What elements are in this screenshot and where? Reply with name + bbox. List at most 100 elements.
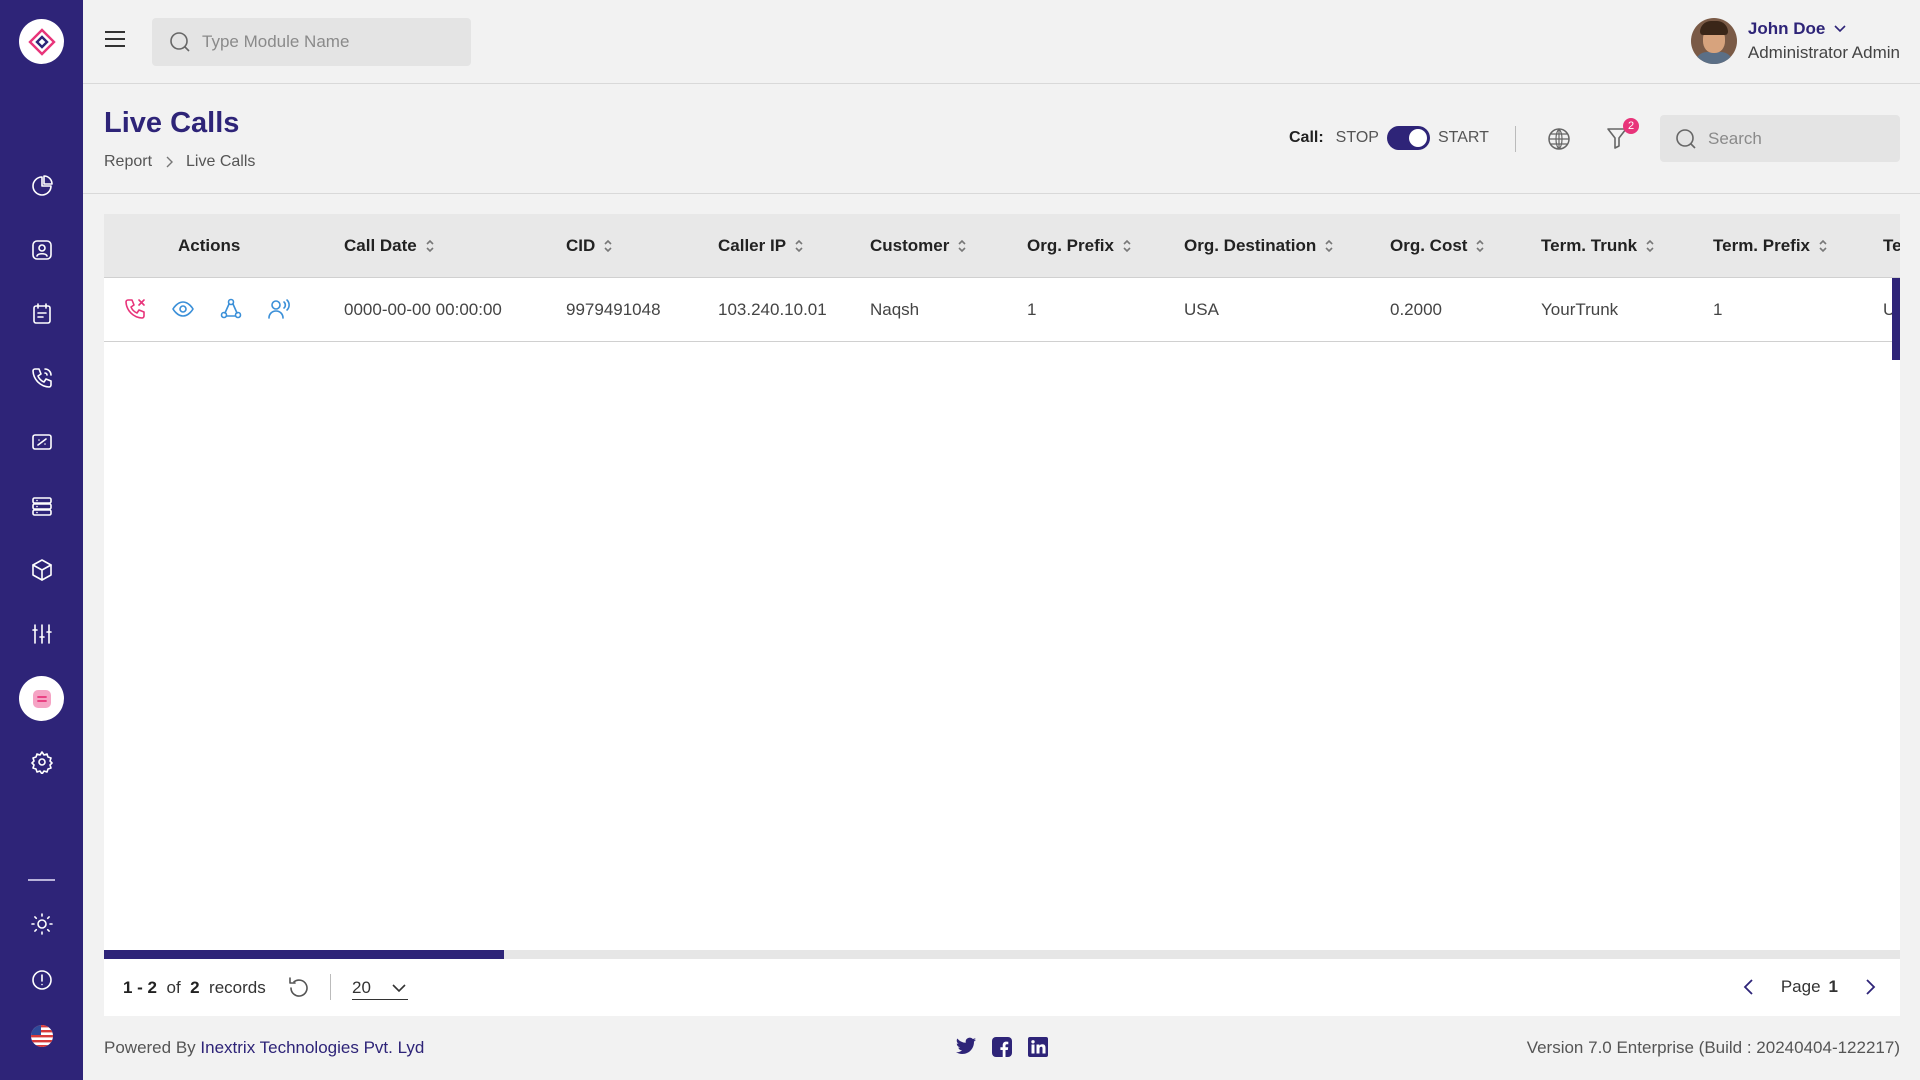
menu-hamburger-icon[interactable] xyxy=(105,31,127,53)
sort-icon xyxy=(1818,239,1828,253)
search-icon xyxy=(170,32,190,52)
column-customer[interactable]: Customer xyxy=(870,214,967,278)
page-label: Page xyxy=(1780,977,1821,996)
linkedin-icon[interactable] xyxy=(1027,1036,1049,1058)
listen-call-icon[interactable] xyxy=(267,297,293,323)
cell-customer: Naqsh xyxy=(870,300,920,319)
vertical-scrollbar[interactable] xyxy=(1892,278,1900,360)
sort-icon xyxy=(794,239,804,253)
breadcrumb-live-calls: Live Calls xyxy=(186,153,256,170)
refresh-icon[interactable] xyxy=(286,975,312,1001)
cell-caller-ip: 103.240.10.01 xyxy=(718,300,827,319)
records-info: 1 - 2 of 2 records xyxy=(123,978,266,997)
column-cid[interactable]: CID xyxy=(566,214,613,278)
sidebar-divider xyxy=(28,879,55,881)
sort-icon xyxy=(1122,239,1132,253)
breadcrumb: Report Live Calls xyxy=(104,153,255,171)
theme-toggle-sun-icon[interactable] xyxy=(24,906,59,941)
pager-divider xyxy=(330,974,331,1000)
twitter-icon[interactable] xyxy=(955,1036,977,1058)
sidebar-billing-icon[interactable] xyxy=(24,296,59,331)
sidebar-settings-icon[interactable] xyxy=(24,744,59,779)
page-navigation: Page 1 xyxy=(1739,977,1880,997)
top-bar: John Doe Administrator Admin xyxy=(83,0,1920,84)
start-label: START xyxy=(1437,129,1489,146)
sort-icon xyxy=(425,239,435,253)
globe-grid-icon[interactable] xyxy=(1546,126,1572,152)
stop-label: STOP xyxy=(1335,129,1379,146)
footer: Powered By Inextrix Technologies Pvt. Ly… xyxy=(104,1036,1900,1060)
table-search-box[interactable] xyxy=(1660,115,1900,162)
column-org-prefix[interactable]: Org. Prefix xyxy=(1027,214,1132,278)
conference-icon[interactable] xyxy=(219,297,245,323)
sort-icon xyxy=(1645,239,1655,253)
table-search-input[interactable] xyxy=(1708,128,1888,149)
cell-call-date: 0000-00-00 00:00:00 xyxy=(344,300,502,319)
cell-org-prefix: 1 xyxy=(1027,300,1037,319)
chevron-down-icon xyxy=(392,983,406,992)
social-links xyxy=(955,1036,1063,1058)
company-link[interactable]: Inextrix Technologies Pvt. Lyd xyxy=(200,1038,424,1057)
module-search-input[interactable] xyxy=(202,32,462,52)
user-role: Administrator Admin xyxy=(1747,43,1900,62)
sidebar-reports-icon-active[interactable] xyxy=(19,676,64,721)
call-toggle-control: Call: STOP START xyxy=(1289,126,1489,150)
hangup-call-icon[interactable] xyxy=(123,297,149,323)
powered-by: Powered By Inextrix Technologies Pvt. Ly… xyxy=(104,1038,425,1057)
call-label: Call: xyxy=(1289,129,1324,146)
sidebar-calls-icon[interactable] xyxy=(24,360,59,395)
column-truncated[interactable]: Te xyxy=(1883,214,1900,278)
horizontal-scrollbar-thumb[interactable] xyxy=(104,950,504,959)
avatar xyxy=(1690,18,1737,64)
sort-icon xyxy=(1475,239,1485,253)
page-title: Live Calls xyxy=(104,107,240,139)
column-term-trunk[interactable]: Term. Trunk xyxy=(1541,214,1655,278)
cell-org-destination: USA xyxy=(1184,300,1219,319)
header-divider xyxy=(83,193,1920,194)
filter-icon[interactable]: 2 xyxy=(1603,118,1639,152)
horizontal-scrollbar[interactable] xyxy=(104,950,1900,959)
sidebar-rates-icon[interactable] xyxy=(24,424,59,459)
column-org-destination[interactable]: Org. Destination xyxy=(1184,214,1334,278)
column-caller-ip[interactable]: Caller IP xyxy=(718,214,804,278)
chevron-down-icon xyxy=(1834,25,1846,33)
call-start-stop-toggle[interactable] xyxy=(1386,126,1430,150)
module-search-box[interactable] xyxy=(152,18,471,66)
prev-page-icon[interactable] xyxy=(1739,977,1759,997)
next-page-icon[interactable] xyxy=(1860,977,1880,997)
column-call-date[interactable]: Call Date xyxy=(344,214,435,278)
sidebar xyxy=(0,0,83,1080)
sidebar-dashboard-icon[interactable] xyxy=(24,168,59,203)
sort-icon xyxy=(1324,239,1334,253)
app-logo[interactable] xyxy=(19,19,64,64)
info-icon[interactable] xyxy=(24,962,59,997)
user-menu[interactable]: John Doe Administrator Admin xyxy=(1690,18,1900,64)
user-name: John Doe xyxy=(1747,19,1826,38)
current-page: 1 xyxy=(1828,977,1838,996)
sidebar-servers-icon[interactable] xyxy=(24,488,59,523)
sort-icon xyxy=(957,239,967,253)
facebook-icon[interactable] xyxy=(991,1036,1013,1058)
table-header: Actions Call Date CID Caller IP Customer… xyxy=(104,214,1900,278)
reports-icon xyxy=(32,689,51,708)
cell-term-trunk: YourTrunk xyxy=(1541,300,1619,319)
sidebar-accounts-icon[interactable] xyxy=(24,232,59,267)
column-actions: Actions xyxy=(178,236,241,255)
sidebar-configuration-icon[interactable] xyxy=(24,616,59,651)
logo-icon xyxy=(27,27,56,56)
per-page-value: 20 xyxy=(352,977,371,997)
per-page-select[interactable]: 20 xyxy=(352,976,408,1000)
table-row: 0000-00-00 00:00:00 9979491048 103.240.1… xyxy=(104,278,1900,342)
column-term-prefix[interactable]: Term. Prefix xyxy=(1713,214,1828,278)
cell-cid: 9979491048 xyxy=(566,300,661,319)
column-org-cost[interactable]: Org. Cost xyxy=(1390,214,1485,278)
cell-org-cost: 0.2000 xyxy=(1390,300,1442,319)
live-calls-table: Actions Call Date CID Caller IP Customer… xyxy=(104,214,1900,1016)
language-flag-us-icon[interactable] xyxy=(24,1018,59,1053)
view-eye-icon[interactable] xyxy=(171,297,197,323)
breadcrumb-report[interactable]: Report xyxy=(104,153,152,171)
chevron-right-icon xyxy=(166,156,174,168)
filter-count-badge: 2 xyxy=(1623,118,1639,134)
sidebar-products-icon[interactable] xyxy=(24,552,59,587)
toolbar-divider xyxy=(1515,126,1516,152)
